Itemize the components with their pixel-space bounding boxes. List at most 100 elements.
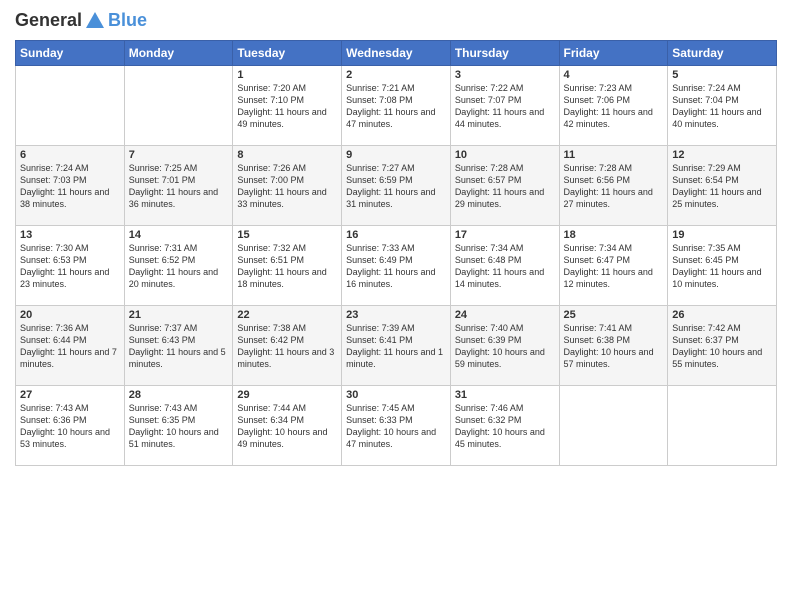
day-number: 15 xyxy=(237,229,337,241)
day-info: Sunrise: 7:40 AMSunset: 6:39 PMDaylight:… xyxy=(455,322,555,371)
day-number: 9 xyxy=(346,149,446,161)
calendar-cell: 25Sunrise: 7:41 AMSunset: 6:38 PMDayligh… xyxy=(559,306,668,386)
calendar-cell: 13Sunrise: 7:30 AMSunset: 6:53 PMDayligh… xyxy=(16,226,125,306)
calendar-cell: 12Sunrise: 7:29 AMSunset: 6:54 PMDayligh… xyxy=(668,146,777,226)
day-info: Sunrise: 7:29 AMSunset: 6:54 PMDaylight:… xyxy=(672,162,772,211)
day-info: Sunrise: 7:43 AMSunset: 6:36 PMDaylight:… xyxy=(20,402,120,451)
calendar-cell: 9Sunrise: 7:27 AMSunset: 6:59 PMDaylight… xyxy=(342,146,451,226)
day-number: 18 xyxy=(564,229,664,241)
calendar-cell: 30Sunrise: 7:45 AMSunset: 6:33 PMDayligh… xyxy=(342,386,451,466)
day-info: Sunrise: 7:43 AMSunset: 6:35 PMDaylight:… xyxy=(129,402,229,451)
calendar-week-row: 6Sunrise: 7:24 AMSunset: 7:03 PMDaylight… xyxy=(16,146,777,226)
day-number: 6 xyxy=(20,149,120,161)
day-info: Sunrise: 7:28 AMSunset: 6:57 PMDaylight:… xyxy=(455,162,555,211)
day-number: 13 xyxy=(20,229,120,241)
day-info: Sunrise: 7:24 AMSunset: 7:04 PMDaylight:… xyxy=(672,82,772,131)
weekday-header: Tuesday xyxy=(233,41,342,66)
calendar-cell: 18Sunrise: 7:34 AMSunset: 6:47 PMDayligh… xyxy=(559,226,668,306)
weekday-header: Thursday xyxy=(450,41,559,66)
calendar-cell xyxy=(668,386,777,466)
day-info: Sunrise: 7:34 AMSunset: 6:47 PMDaylight:… xyxy=(564,242,664,291)
day-info: Sunrise: 7:45 AMSunset: 6:33 PMDaylight:… xyxy=(346,402,446,451)
day-info: Sunrise: 7:23 AMSunset: 7:06 PMDaylight:… xyxy=(564,82,664,131)
day-info: Sunrise: 7:37 AMSunset: 6:43 PMDaylight:… xyxy=(129,322,229,371)
day-info: Sunrise: 7:22 AMSunset: 7:07 PMDaylight:… xyxy=(455,82,555,131)
page: General Blue SundayMondayTuesdayWednesda… xyxy=(0,0,792,612)
day-number: 24 xyxy=(455,309,555,321)
day-info: Sunrise: 7:20 AMSunset: 7:10 PMDaylight:… xyxy=(237,82,337,131)
day-number: 19 xyxy=(672,229,772,241)
calendar-cell: 20Sunrise: 7:36 AMSunset: 6:44 PMDayligh… xyxy=(16,306,125,386)
calendar-cell: 21Sunrise: 7:37 AMSunset: 6:43 PMDayligh… xyxy=(124,306,233,386)
day-number: 26 xyxy=(672,309,772,321)
calendar-cell: 4Sunrise: 7:23 AMSunset: 7:06 PMDaylight… xyxy=(559,66,668,146)
day-number: 27 xyxy=(20,389,120,401)
calendar-cell: 27Sunrise: 7:43 AMSunset: 6:36 PMDayligh… xyxy=(16,386,125,466)
day-info: Sunrise: 7:27 AMSunset: 6:59 PMDaylight:… xyxy=(346,162,446,211)
calendar-cell: 22Sunrise: 7:38 AMSunset: 6:42 PMDayligh… xyxy=(233,306,342,386)
day-info: Sunrise: 7:35 AMSunset: 6:45 PMDaylight:… xyxy=(672,242,772,291)
calendar-cell: 17Sunrise: 7:34 AMSunset: 6:48 PMDayligh… xyxy=(450,226,559,306)
calendar-cell: 16Sunrise: 7:33 AMSunset: 6:49 PMDayligh… xyxy=(342,226,451,306)
calendar-week-row: 27Sunrise: 7:43 AMSunset: 6:36 PMDayligh… xyxy=(16,386,777,466)
calendar-cell: 5Sunrise: 7:24 AMSunset: 7:04 PMDaylight… xyxy=(668,66,777,146)
weekday-header: Friday xyxy=(559,41,668,66)
calendar-table: SundayMondayTuesdayWednesdayThursdayFrid… xyxy=(15,40,777,466)
day-info: Sunrise: 7:21 AMSunset: 7:08 PMDaylight:… xyxy=(346,82,446,131)
calendar-header-row: SundayMondayTuesdayWednesdayThursdayFrid… xyxy=(16,41,777,66)
day-number: 16 xyxy=(346,229,446,241)
calendar-cell: 28Sunrise: 7:43 AMSunset: 6:35 PMDayligh… xyxy=(124,386,233,466)
calendar-cell xyxy=(559,386,668,466)
day-info: Sunrise: 7:36 AMSunset: 6:44 PMDaylight:… xyxy=(20,322,120,371)
day-number: 14 xyxy=(129,229,229,241)
calendar-cell: 19Sunrise: 7:35 AMSunset: 6:45 PMDayligh… xyxy=(668,226,777,306)
calendar-cell: 8Sunrise: 7:26 AMSunset: 7:00 PMDaylight… xyxy=(233,146,342,226)
day-number: 2 xyxy=(346,69,446,81)
day-number: 1 xyxy=(237,69,337,81)
calendar-cell: 14Sunrise: 7:31 AMSunset: 6:52 PMDayligh… xyxy=(124,226,233,306)
day-info: Sunrise: 7:46 AMSunset: 6:32 PMDaylight:… xyxy=(455,402,555,451)
day-number: 29 xyxy=(237,389,337,401)
day-info: Sunrise: 7:33 AMSunset: 6:49 PMDaylight:… xyxy=(346,242,446,291)
day-number: 25 xyxy=(564,309,664,321)
calendar-cell: 3Sunrise: 7:22 AMSunset: 7:07 PMDaylight… xyxy=(450,66,559,146)
day-info: Sunrise: 7:25 AMSunset: 7:01 PMDaylight:… xyxy=(129,162,229,211)
day-number: 21 xyxy=(129,309,229,321)
day-number: 23 xyxy=(346,309,446,321)
day-info: Sunrise: 7:26 AMSunset: 7:00 PMDaylight:… xyxy=(237,162,337,211)
logo-general: General xyxy=(15,10,82,30)
day-number: 20 xyxy=(20,309,120,321)
day-number: 31 xyxy=(455,389,555,401)
day-info: Sunrise: 7:28 AMSunset: 6:56 PMDaylight:… xyxy=(564,162,664,211)
day-number: 7 xyxy=(129,149,229,161)
calendar-week-row: 13Sunrise: 7:30 AMSunset: 6:53 PMDayligh… xyxy=(16,226,777,306)
day-number: 28 xyxy=(129,389,229,401)
header: General Blue xyxy=(15,10,777,32)
day-number: 11 xyxy=(564,149,664,161)
calendar-cell: 2Sunrise: 7:21 AMSunset: 7:08 PMDaylight… xyxy=(342,66,451,146)
day-info: Sunrise: 7:44 AMSunset: 6:34 PMDaylight:… xyxy=(237,402,337,451)
calendar-cell xyxy=(124,66,233,146)
day-number: 22 xyxy=(237,309,337,321)
calendar-week-row: 20Sunrise: 7:36 AMSunset: 6:44 PMDayligh… xyxy=(16,306,777,386)
weekday-header: Sunday xyxy=(16,41,125,66)
logo-icon xyxy=(84,10,106,32)
day-info: Sunrise: 7:39 AMSunset: 6:41 PMDaylight:… xyxy=(346,322,446,371)
calendar-cell: 7Sunrise: 7:25 AMSunset: 7:01 PMDaylight… xyxy=(124,146,233,226)
calendar-cell: 6Sunrise: 7:24 AMSunset: 7:03 PMDaylight… xyxy=(16,146,125,226)
weekday-header: Wednesday xyxy=(342,41,451,66)
day-info: Sunrise: 7:30 AMSunset: 6:53 PMDaylight:… xyxy=(20,242,120,291)
day-info: Sunrise: 7:41 AMSunset: 6:38 PMDaylight:… xyxy=(564,322,664,371)
calendar-cell: 1Sunrise: 7:20 AMSunset: 7:10 PMDaylight… xyxy=(233,66,342,146)
logo-blue: Blue xyxy=(108,11,147,31)
calendar-cell: 10Sunrise: 7:28 AMSunset: 6:57 PMDayligh… xyxy=(450,146,559,226)
day-info: Sunrise: 7:34 AMSunset: 6:48 PMDaylight:… xyxy=(455,242,555,291)
day-number: 5 xyxy=(672,69,772,81)
calendar-cell: 31Sunrise: 7:46 AMSunset: 6:32 PMDayligh… xyxy=(450,386,559,466)
calendar-cell xyxy=(16,66,125,146)
day-info: Sunrise: 7:24 AMSunset: 7:03 PMDaylight:… xyxy=(20,162,120,211)
day-number: 8 xyxy=(237,149,337,161)
day-info: Sunrise: 7:31 AMSunset: 6:52 PMDaylight:… xyxy=(129,242,229,291)
calendar-cell: 24Sunrise: 7:40 AMSunset: 6:39 PMDayligh… xyxy=(450,306,559,386)
logo: General Blue xyxy=(15,10,147,32)
